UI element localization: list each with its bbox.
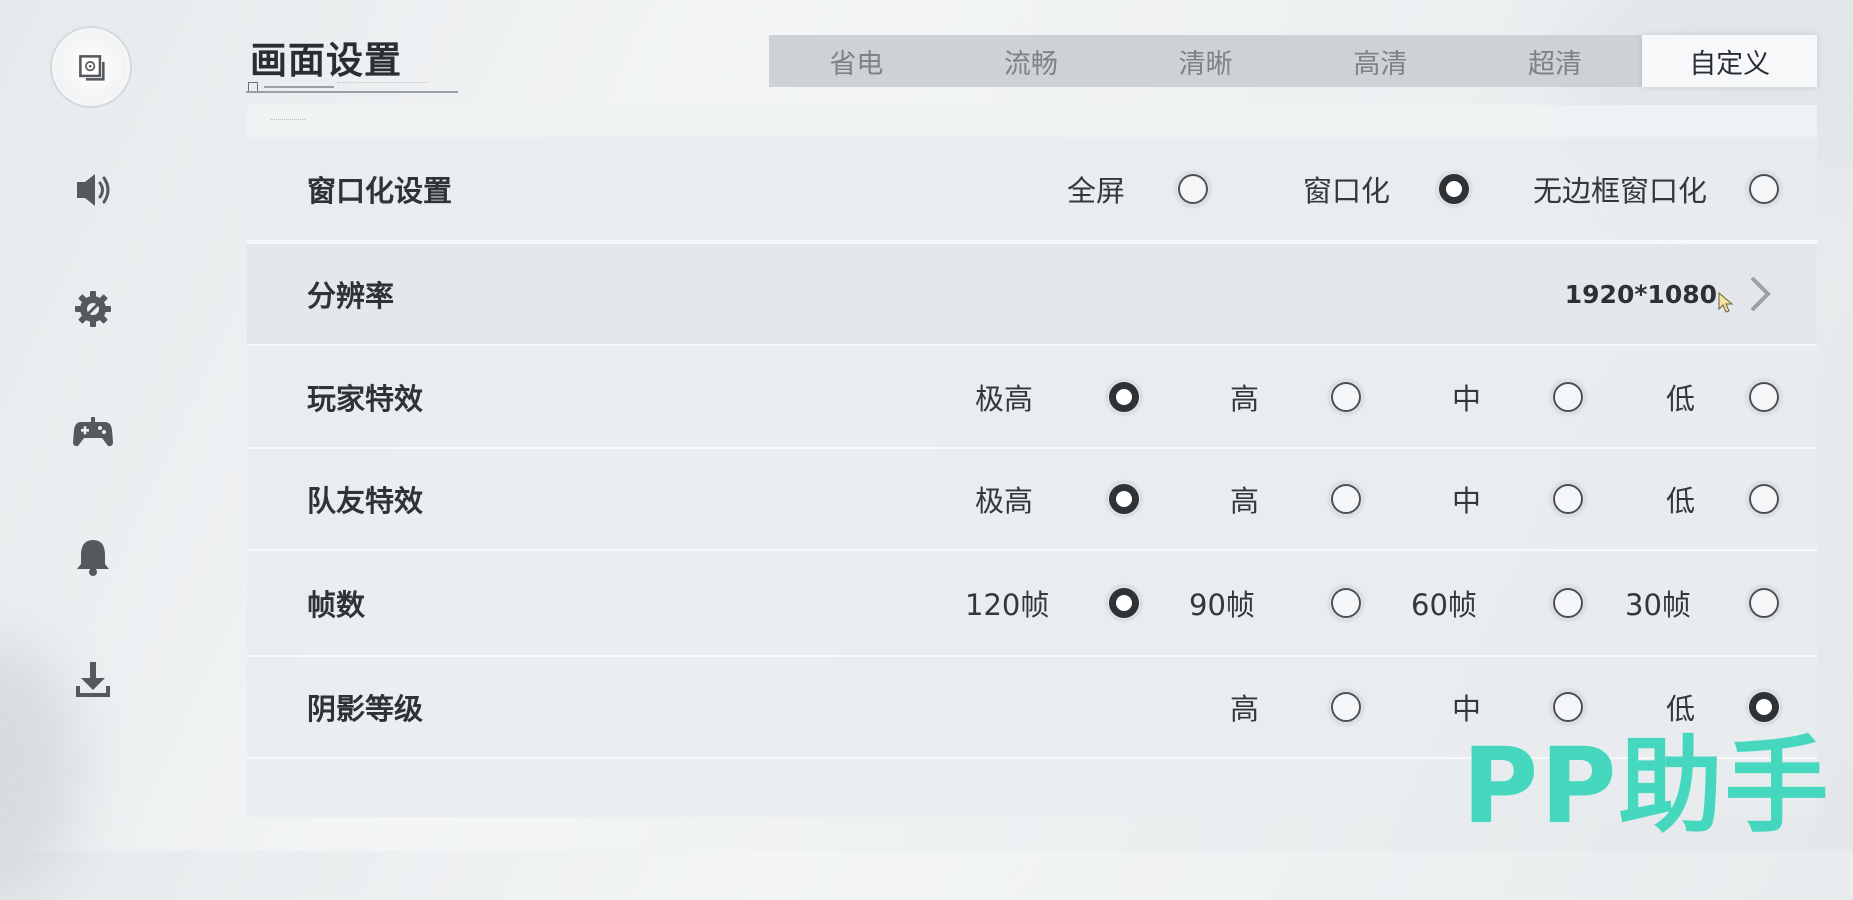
- option-low[interactable]: 低: [1666, 346, 1695, 447]
- option-label: 极高: [975, 484, 1034, 518]
- setting-label: 分辨率: [307, 279, 395, 313]
- option-high[interactable]: 高: [1230, 657, 1259, 757]
- option-90fps[interactable]: 90帧: [1189, 551, 1255, 655]
- sidebar-item-download[interactable]: [57, 644, 129, 716]
- gear-icon: [75, 291, 111, 327]
- radio-medium[interactable]: [1548, 376, 1588, 417]
- option-label: 中: [1452, 692, 1482, 726]
- tab-custom[interactable]: 自定义: [1642, 35, 1818, 87]
- option-label: 低: [1666, 381, 1696, 416]
- option-windowed[interactable]: 窗口化: [1303, 137, 1423, 240]
- option-label: 中: [1452, 484, 1482, 518]
- radio-60fps[interactable]: [1548, 583, 1588, 623]
- setting-row-teammate-effects: 队友特效 极高 高 中 低: [247, 449, 1817, 551]
- option-120fps[interactable]: 120帧: [965, 551, 1049, 655]
- chevron-right-icon[interactable]: [1737, 272, 1781, 316]
- tab-ultra-hd[interactable]: 超清: [1468, 35, 1643, 87]
- option-label: 高: [1230, 692, 1260, 726]
- sidebar-item-notifications[interactable]: [57, 521, 129, 593]
- sidebar-item-general[interactable]: [57, 273, 129, 345]
- setting-label: 阴影等级: [307, 692, 424, 726]
- setting-label: 玩家特效: [307, 381, 424, 416]
- option-60fps[interactable]: 60帧: [1411, 551, 1477, 655]
- radio-high[interactable]: [1326, 376, 1366, 417]
- bell-icon: [77, 540, 109, 576]
- radio-medium[interactable]: [1548, 687, 1588, 727]
- radio-ultra[interactable]: [1104, 479, 1144, 519]
- option-label: 低: [1666, 484, 1696, 518]
- tab-power-saving[interactable]: 省电: [769, 35, 944, 87]
- title-decoration: [338, 82, 428, 87]
- radio-high[interactable]: [1326, 687, 1366, 727]
- radio-low[interactable]: [1744, 376, 1784, 417]
- option-high[interactable]: 高: [1230, 346, 1259, 447]
- settings-sidebar: [0, 0, 190, 851]
- option-30fps[interactable]: 30帧: [1625, 551, 1691, 655]
- option-label: 30帧: [1625, 588, 1691, 622]
- tab-clear[interactable]: 清晰: [1118, 35, 1293, 87]
- option-label: 无边框窗口化: [1533, 173, 1708, 208]
- radio-borderless[interactable]: [1744, 168, 1784, 209]
- setting-label: 队友特效: [307, 484, 424, 518]
- option-label: 120帧: [965, 588, 1050, 622]
- option-label: 高: [1230, 484, 1260, 518]
- option-label: 窗口化: [1303, 173, 1391, 208]
- setting-label: 帧数: [307, 588, 366, 622]
- option-high[interactable]: 高: [1230, 449, 1259, 549]
- setting-row-window-mode: 窗口化设置 全屏 窗口化 无边框窗口化: [247, 137, 1817, 242]
- download-icon: [76, 662, 110, 697]
- sidebar-item-display[interactable]: [55, 31, 127, 103]
- page-title: 画面设置: [250, 39, 402, 82]
- title-underline: [246, 91, 458, 93]
- radio-30fps[interactable]: [1744, 583, 1784, 623]
- radio-fullscreen[interactable]: [1173, 168, 1213, 209]
- option-ultra[interactable]: 极高: [975, 449, 1033, 549]
- watermark-logo: PP助手: [1462, 725, 1831, 847]
- option-label: 中: [1452, 381, 1482, 416]
- radio-high[interactable]: [1326, 479, 1366, 519]
- option-low[interactable]: 低: [1666, 449, 1695, 549]
- title-decoration: [264, 86, 334, 88]
- setting-row-frame-rate: 帧数 120帧 90帧 60帧 30帧: [247, 551, 1817, 657]
- option-label: 低: [1666, 692, 1696, 726]
- option-label: 极高: [975, 381, 1034, 416]
- option-label: 全屏: [1067, 173, 1126, 208]
- quality-preset-tabs: 省电 流畅 清晰 高清 超清 自定义: [769, 35, 1818, 87]
- option-medium[interactable]: 中: [1452, 449, 1481, 549]
- option-borderless[interactable]: 无边框窗口化: [1533, 137, 1733, 240]
- option-label: 60帧: [1411, 588, 1477, 622]
- radio-120fps[interactable]: [1104, 583, 1144, 623]
- option-label: 高: [1230, 381, 1260, 416]
- radio-ultra[interactable]: [1104, 376, 1144, 417]
- gamepad-icon: [73, 417, 113, 447]
- option-label: 90帧: [1189, 588, 1255, 622]
- settings-panel: 窗口化设置 全屏 窗口化 无边框窗口化 分辨率 1920*1080 玩家特效 极…: [247, 105, 1817, 817]
- radio-low[interactable]: [1744, 479, 1784, 519]
- sidebar-item-controls[interactable]: [57, 396, 129, 468]
- resolution-value: 1920*1080: [1564, 279, 1717, 309]
- radio-windowed[interactable]: [1434, 168, 1474, 209]
- monitor-icon: [79, 55, 105, 81]
- panel-header: [247, 105, 1817, 137]
- radio-low[interactable]: [1744, 687, 1784, 727]
- tab-smooth[interactable]: 流畅: [944, 35, 1119, 87]
- setting-row-resolution[interactable]: 分辨率 1920*1080: [247, 242, 1817, 346]
- tab-hd[interactable]: 高清: [1293, 35, 1468, 87]
- setting-label: 窗口化设置: [307, 173, 453, 208]
- sidebar-item-sound[interactable]: [57, 154, 129, 226]
- radio-medium[interactable]: [1548, 479, 1588, 519]
- speaker-icon: [77, 174, 110, 206]
- option-medium[interactable]: 中: [1452, 346, 1481, 447]
- setting-row-player-effects: 玩家特效 极高 高 中 低: [247, 346, 1817, 449]
- option-ultra[interactable]: 极高: [975, 346, 1033, 447]
- mouse-cursor-icon: [1718, 292, 1734, 313]
- radio-90fps[interactable]: [1326, 583, 1366, 623]
